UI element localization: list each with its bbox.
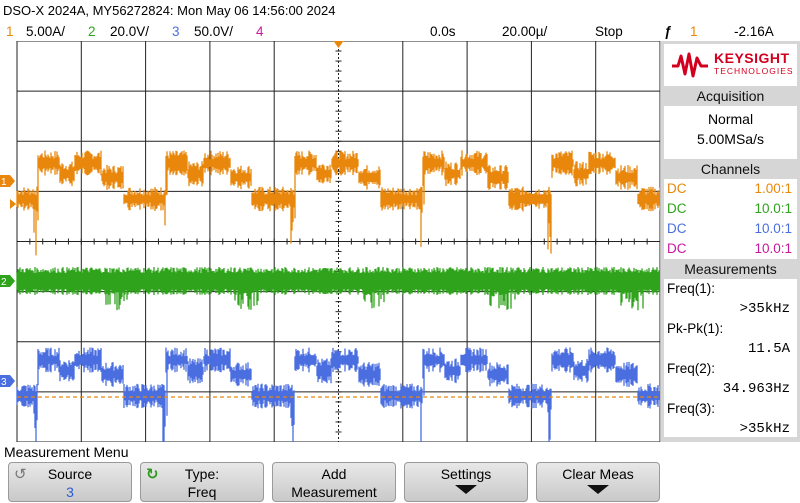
- ch3-scale[interactable]: 50.0V/: [194, 22, 233, 41]
- ch2-ground-marker-label: 2: [1, 277, 7, 288]
- ch1-probe: 1.00:1: [754, 181, 792, 196]
- source-value: 3: [66, 484, 74, 500]
- run-state: Stop: [595, 24, 623, 39]
- knob-icon: ↺: [14, 466, 27, 483]
- window-title: DSO-X 2024A, MY56272824: Mon May 06 14:5…: [0, 0, 800, 22]
- type-softkey[interactable]: ↻ Type: Freq: [140, 462, 264, 502]
- submenu-arrow-icon: [587, 485, 609, 494]
- ch2-probe: 10.0:1: [754, 201, 792, 216]
- waveform-canvas: 1 2 3: [0, 41, 660, 442]
- meas-freq3-value: >35kHz: [739, 421, 790, 437]
- time-offset[interactable]: 0.0s: [430, 22, 456, 41]
- submenu-arrow-icon: [455, 485, 477, 494]
- meas-freq2-label: Freq(2):: [667, 361, 716, 376]
- measurements-list: Freq(1): >35kHz Pk-Pk(1): 11.5A Freq(2):…: [664, 279, 797, 437]
- meas-freq1-value: >35kHz: [739, 301, 790, 317]
- channel-status-bar: 1 5.00A/ 2 20.0V/ 3 50.0V/ 4 0.0s 20.00µ…: [0, 22, 800, 41]
- source-label: Source: [47, 466, 93, 482]
- meas-freq2-value: 34.963Hz: [722, 381, 790, 397]
- meas-label-3: Freq(2):: [664, 359, 797, 379]
- ch4-probe: 10.0:1: [754, 241, 792, 256]
- meas-pkpk1-value: 11.5A: [747, 341, 790, 357]
- logo-name: KEYSIGHT: [714, 50, 790, 66]
- sample-rate: 5.00MSa/s: [697, 131, 764, 147]
- settings-label: Settings: [440, 466, 492, 482]
- meas-label-4: Freq(3):: [664, 399, 797, 419]
- meas-value-2: 11.5A: [664, 339, 797, 359]
- ch3-probe: 10.0:1: [754, 221, 792, 236]
- ch2-number[interactable]: 2: [88, 22, 96, 41]
- clear-meas-label: Clear Meas: [562, 466, 634, 482]
- meas-label-1: Freq(1):: [664, 279, 797, 299]
- ch1-coupling: DC: [667, 181, 687, 196]
- meas-pkpk1-label: Pk-Pk(1):: [667, 321, 724, 336]
- keysight-wave-icon: [672, 52, 708, 78]
- ch3-coupling: DC: [667, 221, 687, 236]
- trigger-source[interactable]: 1: [690, 22, 698, 41]
- softkey-menu: Measurement Menu ↺ Source 3 ↻ Type: Freq…: [0, 442, 800, 503]
- channels-list: DC 1.00:1 DC 10.0:1 DC 10.0:1 DC 10.0:1: [664, 179, 797, 259]
- settings-softkey[interactable]: Settings: [404, 462, 528, 502]
- ch3-ground-marker-label: 3: [1, 377, 7, 388]
- type-value: Freq: [187, 484, 217, 500]
- channel-row-4[interactable]: DC 10.0:1: [664, 239, 797, 259]
- meas-label-2: Pk-Pk(1):: [664, 319, 797, 339]
- meas-value-3: 34.963Hz: [664, 379, 797, 399]
- acquisition-mode: Normal: [707, 111, 754, 127]
- channel-row-3[interactable]: DC 10.0:1: [664, 219, 797, 239]
- ch4-coupling: DC: [667, 241, 687, 256]
- clear-meas-softkey[interactable]: Clear Meas: [536, 462, 660, 502]
- ch1-scale[interactable]: 5.00A/: [26, 22, 65, 41]
- waveform-display[interactable]: 1 2 3: [0, 41, 660, 442]
- type-label: Type:: [184, 466, 220, 482]
- acquisition-info: Normal 5.00MSa/s: [664, 106, 797, 159]
- ch1-number[interactable]: 1: [6, 22, 14, 41]
- add-label: Add: [321, 466, 347, 482]
- meas-value-1: >35kHz: [664, 299, 797, 319]
- channel-row-1[interactable]: DC 1.00:1: [664, 179, 797, 199]
- trigger-edge-icon: ƒ: [664, 24, 672, 39]
- ch1-ground-marker-label: 1: [1, 177, 7, 188]
- ch2-waveform: [16, 267, 660, 311]
- knob-icon: ↻: [146, 466, 159, 483]
- meas-freq3-label: Freq(3):: [667, 401, 716, 416]
- ch4-number[interactable]: 4: [256, 22, 264, 41]
- trigger-level-marker: [10, 199, 16, 209]
- meas-value-4: >35kHz: [664, 419, 797, 439]
- meas-freq1-label: Freq(1):: [667, 281, 716, 296]
- time-scale[interactable]: 20.00µ/: [502, 22, 547, 41]
- measurements-title[interactable]: Measurements: [661, 259, 800, 279]
- source-softkey[interactable]: ↺ Source 3: [8, 462, 132, 502]
- ch2-scale[interactable]: 20.0V/: [110, 22, 149, 41]
- add-value: Measurement: [291, 484, 377, 500]
- logo-sub: TECHNOLOGIES: [714, 66, 794, 76]
- channel-row-2[interactable]: DC 10.0:1: [664, 199, 797, 219]
- menu-title: Measurement Menu: [4, 444, 129, 460]
- side-panel: KEYSIGHT TECHNOLOGIES Acquisition Normal…: [660, 41, 800, 442]
- ch3-number[interactable]: 3: [172, 22, 180, 41]
- keysight-logo: KEYSIGHT TECHNOLOGIES: [664, 44, 797, 86]
- add-measurement-softkey[interactable]: Add Measurement: [272, 462, 396, 502]
- trigger-position-marker: [333, 41, 344, 48]
- channels-title[interactable]: Channels: [661, 159, 800, 179]
- ch2-coupling: DC: [667, 201, 687, 216]
- acquisition-title[interactable]: Acquisition: [661, 86, 800, 106]
- trigger-level[interactable]: -2.16A: [734, 22, 774, 41]
